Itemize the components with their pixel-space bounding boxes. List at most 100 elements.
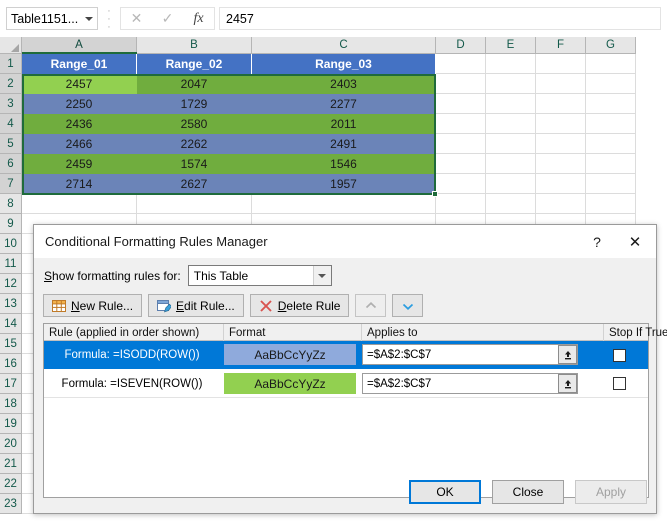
cell-B1[interactable]: Range_02 bbox=[137, 54, 252, 74]
cell-C2[interactable]: 2403 bbox=[252, 74, 436, 94]
collapse-dialog-icon[interactable] bbox=[558, 345, 577, 364]
cell-E4[interactable] bbox=[486, 114, 536, 134]
close-icon[interactable]: ✕ bbox=[622, 230, 648, 253]
cell-A4[interactable]: 2436 bbox=[22, 114, 137, 134]
row-header-19[interactable]: 19 bbox=[0, 414, 22, 434]
cell-G5[interactable] bbox=[586, 134, 636, 154]
cell-B2[interactable]: 2047 bbox=[137, 74, 252, 94]
cell-A7[interactable]: 2714 bbox=[22, 174, 137, 194]
cell-F3[interactable] bbox=[536, 94, 586, 114]
new-rule-button[interactable]: New Rule... bbox=[43, 294, 143, 317]
column-header-b[interactable]: B bbox=[137, 37, 252, 54]
row-header-16[interactable]: 16 bbox=[0, 354, 22, 374]
column-header-g[interactable]: G bbox=[586, 37, 636, 54]
chevron-down-icon[interactable] bbox=[85, 16, 93, 21]
row-header-9[interactable]: 9 bbox=[0, 214, 22, 234]
cell-C3[interactable]: 2277 bbox=[252, 94, 436, 114]
formula-input[interactable]: 2457 bbox=[219, 7, 661, 30]
cell-E8[interactable] bbox=[486, 194, 536, 214]
cell-A6[interactable]: 2459 bbox=[22, 154, 137, 174]
row-header-23[interactable]: 23 bbox=[0, 494, 22, 514]
cell-B4[interactable]: 2580 bbox=[137, 114, 252, 134]
cell-C5[interactable]: 2491 bbox=[252, 134, 436, 154]
cell-A8[interactable] bbox=[22, 194, 137, 214]
rule-row[interactable]: Formula: =ISEVEN(ROW()) AaBbCcYyZz =$A$2:$… bbox=[44, 370, 648, 398]
row-header-7[interactable]: 7 bbox=[0, 174, 22, 194]
cell-B3[interactable]: 1729 bbox=[137, 94, 252, 114]
move-rule-down-button[interactable] bbox=[392, 294, 424, 317]
cell-D3[interactable] bbox=[436, 94, 486, 114]
cell-E5[interactable] bbox=[486, 134, 536, 154]
delete-rule-button[interactable]: Delete Rule bbox=[249, 294, 350, 317]
cell-F7[interactable] bbox=[536, 174, 586, 194]
cell-A5[interactable]: 2466 bbox=[22, 134, 137, 154]
cell-F5[interactable] bbox=[536, 134, 586, 154]
row-header-6[interactable]: 6 bbox=[0, 154, 22, 174]
help-icon[interactable]: ? bbox=[584, 230, 610, 253]
cell-G8[interactable] bbox=[586, 194, 636, 214]
cell-A1[interactable]: Range_01 bbox=[22, 54, 137, 74]
move-rule-up-button[interactable] bbox=[355, 294, 387, 317]
cell-G7[interactable] bbox=[586, 174, 636, 194]
cell-G3[interactable] bbox=[586, 94, 636, 114]
row-header-18[interactable]: 18 bbox=[0, 394, 22, 414]
cell-C6[interactable]: 1546 bbox=[252, 154, 436, 174]
cell-B6[interactable]: 1574 bbox=[137, 154, 252, 174]
apply-button[interactable]: Apply bbox=[575, 480, 647, 504]
cell-F2[interactable] bbox=[536, 74, 586, 94]
cell-G6[interactable] bbox=[586, 154, 636, 174]
cell-B8[interactable] bbox=[137, 194, 252, 214]
row-header-13[interactable]: 13 bbox=[0, 294, 22, 314]
format-preview-swatch[interactable]: AaBbCcYyZz bbox=[224, 344, 356, 365]
row-header-20[interactable]: 20 bbox=[0, 434, 22, 454]
cell-G2[interactable] bbox=[586, 74, 636, 94]
cell-A3[interactable]: 2250 bbox=[22, 94, 137, 114]
row-header-1[interactable]: 1 bbox=[0, 54, 22, 74]
cell-F6[interactable] bbox=[536, 154, 586, 174]
column-header-d[interactable]: D bbox=[436, 37, 486, 54]
cell-D1[interactable] bbox=[436, 54, 486, 74]
row-header-14[interactable]: 14 bbox=[0, 314, 22, 334]
edit-rule-button[interactable]: Edit Rule... bbox=[148, 294, 244, 317]
stop-if-true-checkbox[interactable] bbox=[612, 377, 626, 390]
collapse-dialog-icon[interactable] bbox=[558, 374, 577, 393]
row-header-3[interactable]: 3 bbox=[0, 94, 22, 114]
cell-F8[interactable] bbox=[536, 194, 586, 214]
cell-C4[interactable]: 2011 bbox=[252, 114, 436, 134]
column-header-c[interactable]: C bbox=[252, 37, 436, 54]
chevron-down-icon[interactable] bbox=[312, 266, 331, 285]
cell-D5[interactable] bbox=[436, 134, 486, 154]
cell-E6[interactable] bbox=[486, 154, 536, 174]
cancel-icon[interactable]: ✕ bbox=[121, 8, 152, 29]
row-header-21[interactable]: 21 bbox=[0, 454, 22, 474]
cell-F4[interactable] bbox=[536, 114, 586, 134]
name-box[interactable]: Table1151... bbox=[6, 7, 98, 30]
row-header-10[interactable]: 10 bbox=[0, 234, 22, 254]
applies-to-field[interactable]: =$A$2:$C$7 bbox=[362, 373, 578, 394]
cell-C7[interactable]: 1957 bbox=[252, 174, 436, 194]
cell-D4[interactable] bbox=[436, 114, 486, 134]
row-header-4[interactable]: 4 bbox=[0, 114, 22, 134]
close-button[interactable]: Close bbox=[492, 480, 564, 504]
cell-D7[interactable] bbox=[436, 174, 486, 194]
scope-select[interactable]: This Table bbox=[187, 265, 332, 286]
select-all-corner[interactable] bbox=[0, 37, 22, 54]
row-header-17[interactable]: 17 bbox=[0, 374, 22, 394]
cell-A2[interactable]: 2457 bbox=[22, 74, 137, 94]
cell-E7[interactable] bbox=[486, 174, 536, 194]
row-header-2[interactable]: 2 bbox=[0, 74, 22, 94]
row-header-11[interactable]: 11 bbox=[0, 254, 22, 274]
cell-E1[interactable] bbox=[486, 54, 536, 74]
cell-D8[interactable] bbox=[436, 194, 486, 214]
cell-B5[interactable]: 2262 bbox=[137, 134, 252, 154]
rule-row[interactable]: Formula: =ISODD(ROW()) AaBbCcYyZz =$A$2:$C… bbox=[44, 341, 648, 369]
row-header-5[interactable]: 5 bbox=[0, 134, 22, 154]
cell-C1[interactable]: Range_03 bbox=[252, 54, 436, 74]
cell-D2[interactable] bbox=[436, 74, 486, 94]
row-header-15[interactable]: 15 bbox=[0, 334, 22, 354]
format-preview-swatch[interactable]: AaBbCcYyZz bbox=[224, 373, 356, 394]
stop-if-true-checkbox[interactable] bbox=[612, 348, 626, 362]
cell-C8[interactable] bbox=[252, 194, 436, 214]
check-icon[interactable]: ✓ bbox=[152, 8, 183, 29]
cell-E3[interactable] bbox=[486, 94, 536, 114]
